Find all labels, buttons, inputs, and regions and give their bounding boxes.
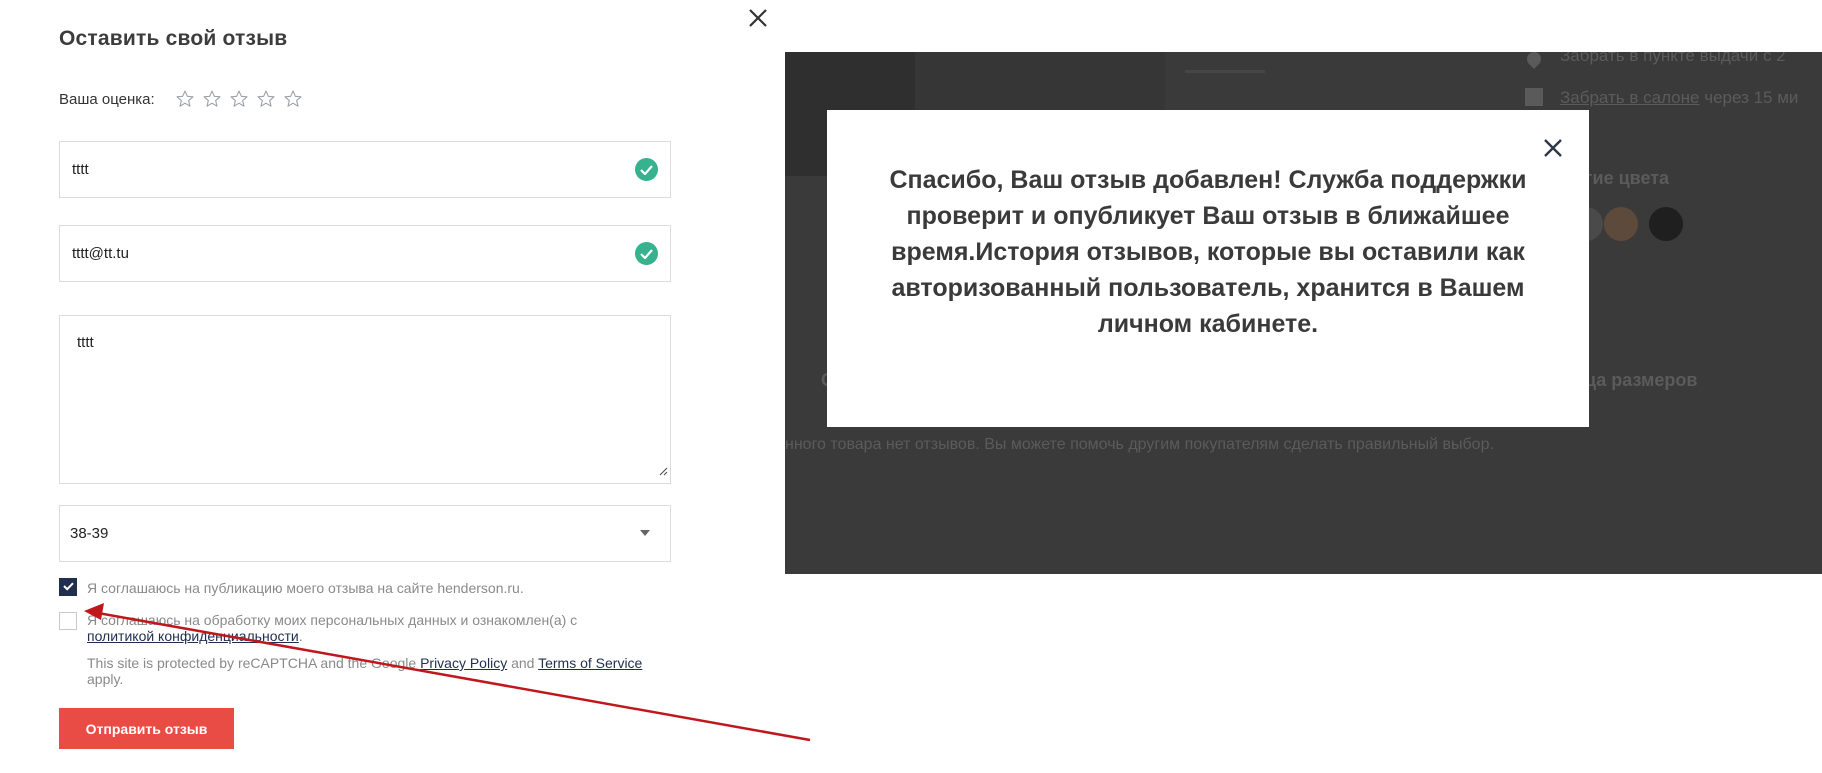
rating-stars: [175, 89, 303, 109]
agree-publication-row: Я соглашаюсь на публикацию моего отзыва …: [59, 578, 671, 598]
color-swatch: [1604, 207, 1638, 241]
recaptcha-and: and: [511, 655, 535, 671]
recaptcha-apply: apply.: [87, 671, 124, 687]
email-field[interactable]: tttt@tt.tu: [59, 225, 671, 282]
submit-review-button[interactable]: Отправить отзыв: [59, 708, 234, 749]
location-pin-icon: [1524, 52, 1544, 69]
rating-row: Ваша оценка:: [59, 86, 303, 112]
agree-personal-checkbox[interactable]: [59, 612, 77, 630]
recaptcha-text: This site is protected by reCAPTCHA and …: [87, 655, 417, 671]
review-value: tttt: [77, 334, 94, 351]
review-success-dialog: Спасибо, Ваш отзыв добавлен! Служба подд…: [827, 110, 1589, 427]
size-table-link: ца размеров: [1585, 370, 1698, 390]
star-4-icon[interactable]: [256, 89, 276, 109]
star-5-icon[interactable]: [283, 89, 303, 109]
name-field[interactable]: tttt: [59, 141, 671, 198]
review-textarea[interactable]: tttt: [59, 315, 671, 484]
form-close-icon[interactable]: [748, 8, 768, 28]
agree-publication-checkbox[interactable]: [59, 578, 77, 596]
star-1-icon[interactable]: [175, 89, 195, 109]
dialog-close-icon[interactable]: [1543, 138, 1563, 163]
star-3-icon[interactable]: [229, 89, 249, 109]
resize-grip-icon[interactable]: [658, 463, 668, 481]
star-2-icon[interactable]: [202, 89, 222, 109]
dialog-message: Спасибо, Ваш отзыв добавлен! Служба подд…: [889, 166, 1527, 338]
agree-personal-label: Я соглашаюсь на обработку моих персональ…: [87, 612, 577, 644]
color-swatch: [1649, 207, 1683, 241]
size-select[interactable]: 38-39: [59, 505, 671, 562]
terms-of-service-link[interactable]: Terms of Service: [538, 655, 642, 671]
no-reviews-text: нного товара нет отзывов. Вы можете помо…: [785, 436, 1494, 453]
valid-check-icon: [635, 242, 658, 265]
privacy-policy-ru-link[interactable]: политикой конфиденциальности: [87, 628, 299, 644]
divider: [1185, 70, 1265, 73]
name-value: tttt: [72, 161, 89, 178]
other-colors-title: гие цвета: [1585, 168, 1670, 188]
store-pickup-rest: через 15 ми: [1704, 88, 1799, 107]
store-pickup-text: Забрать в салоне через 15 ми: [1560, 88, 1798, 108]
agree-personal-end: .: [298, 628, 303, 644]
review-form: Оставить свой отзыв Ваша оценка: tttt tt…: [59, 0, 671, 773]
chevron-down-icon: [640, 530, 650, 536]
form-title: Оставить свой отзыв: [59, 27, 288, 50]
email-value: tttt@tt.tu: [72, 245, 129, 262]
rating-label: Ваша оценка:: [59, 90, 155, 108]
store-pickup-link: Забрать в салоне: [1560, 88, 1700, 107]
store-icon: [1525, 88, 1543, 106]
valid-check-icon: [635, 158, 658, 181]
recaptcha-note: This site is protected by reCAPTCHA and …: [87, 655, 667, 687]
pickup-point-text: Забрать в пункте выдачи с 2: [1560, 52, 1786, 65]
privacy-policy-link[interactable]: Privacy Policy: [420, 655, 507, 671]
agree-publication-label: Я соглашаюсь на публикацию моего отзыва …: [87, 580, 524, 596]
size-select-value: 38-39: [70, 525, 109, 542]
agree-personal-text: Я соглашаюсь на обработку моих персональ…: [87, 612, 578, 628]
agree-personal-row: Я соглашаюсь на обработку моих персональ…: [59, 612, 671, 648]
